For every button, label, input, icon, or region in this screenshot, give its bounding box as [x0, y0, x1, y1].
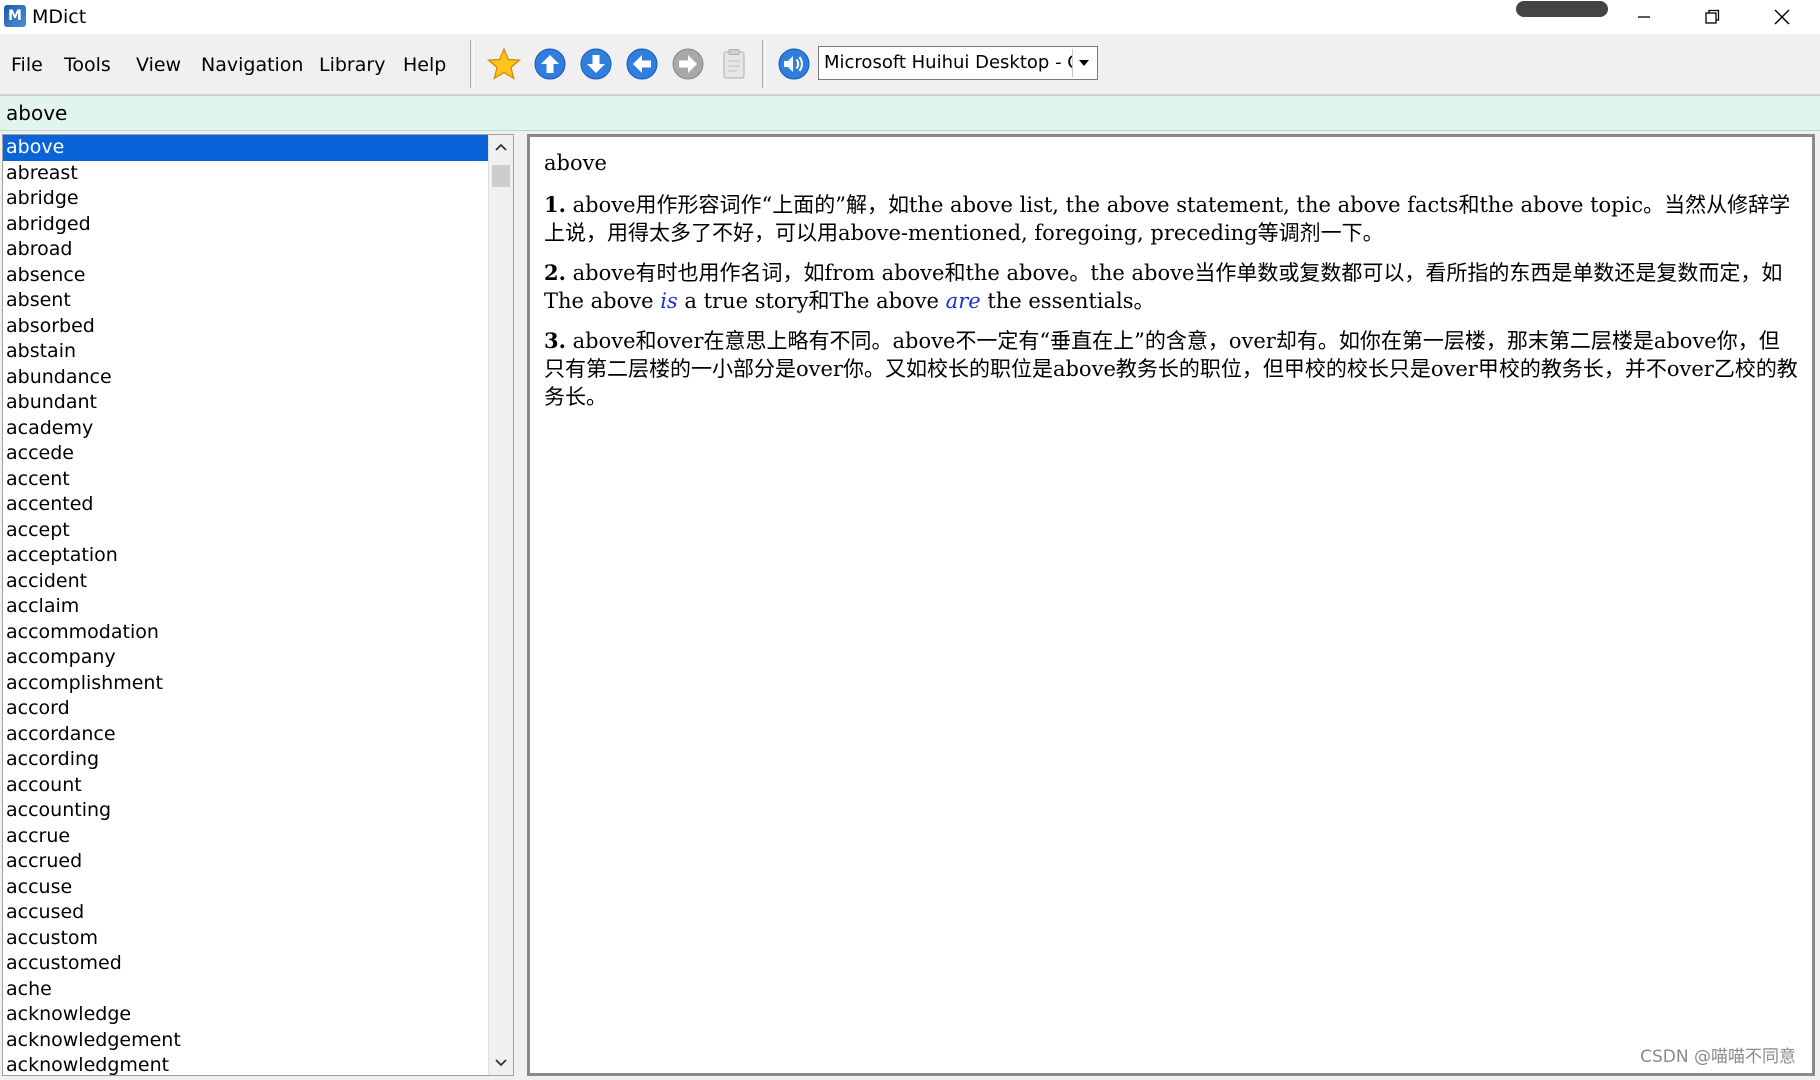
- menu-toolbar: File Tools View Navigation Library Help: [0, 34, 1820, 95]
- word-list-item[interactable]: abridged: [3, 212, 490, 238]
- window-title: MDict: [32, 6, 87, 28]
- word-list-item[interactable]: abroad: [3, 237, 490, 263]
- word-list-item[interactable]: accent: [3, 467, 490, 493]
- word-list-item[interactable]: abreast: [3, 161, 490, 187]
- menu-navigation[interactable]: Navigation: [201, 54, 303, 76]
- word-list-item[interactable]: accordance: [3, 722, 490, 748]
- clipboard-icon: [723, 49, 745, 79]
- example-highlight: are: [945, 289, 981, 313]
- restore-button[interactable]: [1678, 0, 1746, 34]
- close-button[interactable]: [1748, 0, 1816, 34]
- paragraph-number: 2.: [544, 260, 566, 285]
- minimize-button[interactable]: [1610, 0, 1678, 34]
- menu-help[interactable]: Help: [403, 54, 446, 76]
- toolbar-separator: [762, 40, 766, 88]
- arrow-left-icon: [626, 48, 658, 80]
- definition-panel: above 1. above用作形容词作“上面的”解，如the above li…: [527, 134, 1815, 1076]
- previous-entry-button[interactable]: [532, 46, 568, 82]
- word-list-item[interactable]: accustomed: [3, 951, 490, 977]
- word-list-item[interactable]: absorbed: [3, 314, 490, 340]
- word-list-item[interactable]: abundant: [3, 390, 490, 416]
- word-list-item[interactable]: accident: [3, 569, 490, 595]
- word-list-item[interactable]: abstain: [3, 339, 490, 365]
- voice-select-value: Microsoft Huihui Desktop - C: [824, 52, 1080, 73]
- paragraph-number: 1.: [544, 192, 566, 217]
- definition-paragraph-2: 2. above有时也用作名词，如from above和the above。th…: [544, 259, 1799, 315]
- word-list-scrollbar[interactable]: [488, 135, 513, 1075]
- word-list-item[interactable]: accented: [3, 492, 490, 518]
- favorite-button[interactable]: [486, 46, 522, 82]
- paragraph-text: above和over在意思上略有不同。above不一定有“垂直在上”的含意，ov…: [544, 329, 1798, 409]
- paragraph-number: 3.: [544, 328, 566, 353]
- arrow-down-icon: [580, 48, 612, 80]
- word-list-item[interactable]: accrued: [3, 849, 490, 875]
- scroll-up-arrow-icon[interactable]: [489, 135, 513, 159]
- word-list-item[interactable]: acclaim: [3, 594, 490, 620]
- star-icon: [487, 47, 521, 80]
- next-entry-button[interactable]: [578, 46, 614, 82]
- search-input[interactable]: [4, 98, 1808, 128]
- menu-file[interactable]: File: [11, 54, 43, 76]
- word-list-item[interactable]: acknowledgement: [3, 1028, 490, 1054]
- toolbar-separator: [470, 40, 474, 88]
- word-list-item[interactable]: ache: [3, 977, 490, 1003]
- word-list-item[interactable]: absence: [3, 263, 490, 289]
- menu-tools[interactable]: Tools: [64, 54, 111, 76]
- menu-view[interactable]: View: [136, 54, 181, 76]
- word-list-item[interactable]: accede: [3, 441, 490, 467]
- word-list-item[interactable]: abundance: [3, 365, 490, 391]
- title-bar-overlay: [1516, 1, 1608, 17]
- paragraph-text: the essentials。: [980, 289, 1155, 313]
- word-list: above abreast abridge abridged abroad absence…: [2, 134, 514, 1076]
- menu-library[interactable]: Library: [319, 54, 385, 76]
- word-list-item[interactable]: accommodation: [3, 620, 490, 646]
- word-list-item[interactable]: absent: [3, 288, 490, 314]
- watermark: CSDN @喵喵不同意: [1640, 1047, 1796, 1067]
- close-icon: [1774, 9, 1790, 25]
- word-list-item[interactable]: acknowledge: [3, 1002, 490, 1028]
- speak-button[interactable]: [776, 46, 812, 82]
- word-list-item[interactable]: accustom: [3, 926, 490, 952]
- forward-button[interactable]: [670, 46, 706, 82]
- scroll-down-arrow-icon[interactable]: [489, 1051, 513, 1075]
- word-list-item[interactable]: accomplishment: [3, 671, 490, 697]
- paragraph-text: a true story和The above: [677, 289, 946, 313]
- voice-select[interactable]: Microsoft Huihui Desktop - C: [818, 46, 1098, 80]
- word-list-item[interactable]: abridge: [3, 186, 490, 212]
- word-list-item[interactable]: accounting: [3, 798, 490, 824]
- word-list-item[interactable]: according: [3, 747, 490, 773]
- word-list-item[interactable]: acknowledgment: [3, 1053, 490, 1075]
- word-list-item[interactable]: acceptation: [3, 543, 490, 569]
- scroll-thumb[interactable]: [492, 165, 510, 187]
- title-bar: M MDict: [0, 0, 1820, 34]
- arrow-up-icon: [534, 48, 566, 80]
- word-list-item[interactable]: accrue: [3, 824, 490, 850]
- search-bar: [0, 95, 1820, 131]
- arrow-right-icon: [672, 48, 704, 80]
- word-list-item[interactable]: accompany: [3, 645, 490, 671]
- definition-headword: above: [544, 151, 607, 175]
- example-highlight: is: [660, 289, 678, 313]
- word-list-items: above abreast abridge abridged abroad absence…: [3, 135, 490, 1075]
- definition-paragraph-1: 1. above用作形容词作“上面的”解，如the above list, th…: [544, 191, 1799, 247]
- word-list-item[interactable]: accord: [3, 696, 490, 722]
- word-list-item[interactable]: accept: [3, 518, 490, 544]
- word-list-item[interactable]: account: [3, 773, 490, 799]
- word-list-item[interactable]: accused: [3, 900, 490, 926]
- mdict-app-icon: M: [4, 5, 26, 27]
- minimize-icon: [1638, 16, 1650, 18]
- word-list-item[interactable]: accuse: [3, 875, 490, 901]
- restore-icon: [1705, 9, 1720, 24]
- chevron-down-icon[interactable]: [1072, 49, 1095, 77]
- paste-button[interactable]: [716, 46, 752, 82]
- speaker-icon: [778, 48, 810, 80]
- back-button[interactable]: [624, 46, 660, 82]
- word-list-item[interactable]: above: [3, 135, 490, 161]
- definition-paragraph-3: 3. above和over在意思上略有不同。above不一定有“垂直在上”的含意…: [544, 327, 1799, 411]
- paragraph-text: above用作形容词作“上面的”解，如the above list, the a…: [544, 193, 1791, 245]
- word-list-item[interactable]: academy: [3, 416, 490, 442]
